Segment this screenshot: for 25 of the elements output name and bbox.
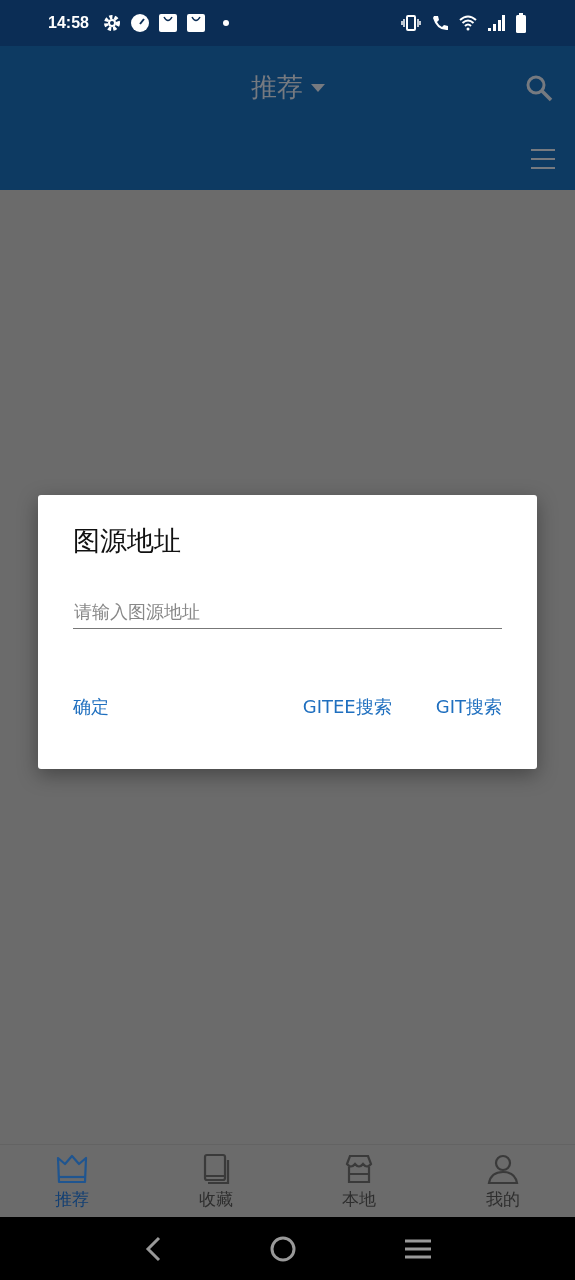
nav-tab[interactable]: 收藏 xyxy=(143,1145,288,1217)
menu-icon[interactable] xyxy=(404,1237,431,1260)
nav-tab[interactable]: 本地 xyxy=(287,1145,432,1217)
search-icon[interactable] xyxy=(525,74,553,102)
bag-icon xyxy=(158,14,177,32)
back-icon[interactable] xyxy=(144,1235,161,1262)
home-icon[interactable] xyxy=(269,1235,296,1262)
dialog-title: 图源地址 xyxy=(73,524,182,558)
dialog-button[interactable]: GITEE搜索 xyxy=(294,691,392,723)
nav-tab[interactable]: 推荐 xyxy=(0,1145,144,1217)
battery-icon xyxy=(515,13,527,33)
nav-tab[interactable]: 我的 xyxy=(431,1145,575,1217)
dialog-button[interactable]: GIT搜索 xyxy=(427,691,502,723)
wifi-icon xyxy=(459,15,477,31)
status-time: 14:58 xyxy=(48,14,89,32)
phone-icon xyxy=(431,14,449,32)
vibrate-icon xyxy=(401,15,421,31)
dialog-button[interactable]: 确定 xyxy=(65,691,109,723)
signal-icon xyxy=(487,15,505,31)
app-title[interactable]: 推荐 xyxy=(250,70,303,105)
gauge-icon xyxy=(130,14,149,32)
gear-icon xyxy=(102,14,121,32)
dot-icon xyxy=(222,20,229,26)
bag-icon xyxy=(186,14,205,32)
dropdown-caret-icon[interactable] xyxy=(310,83,325,92)
